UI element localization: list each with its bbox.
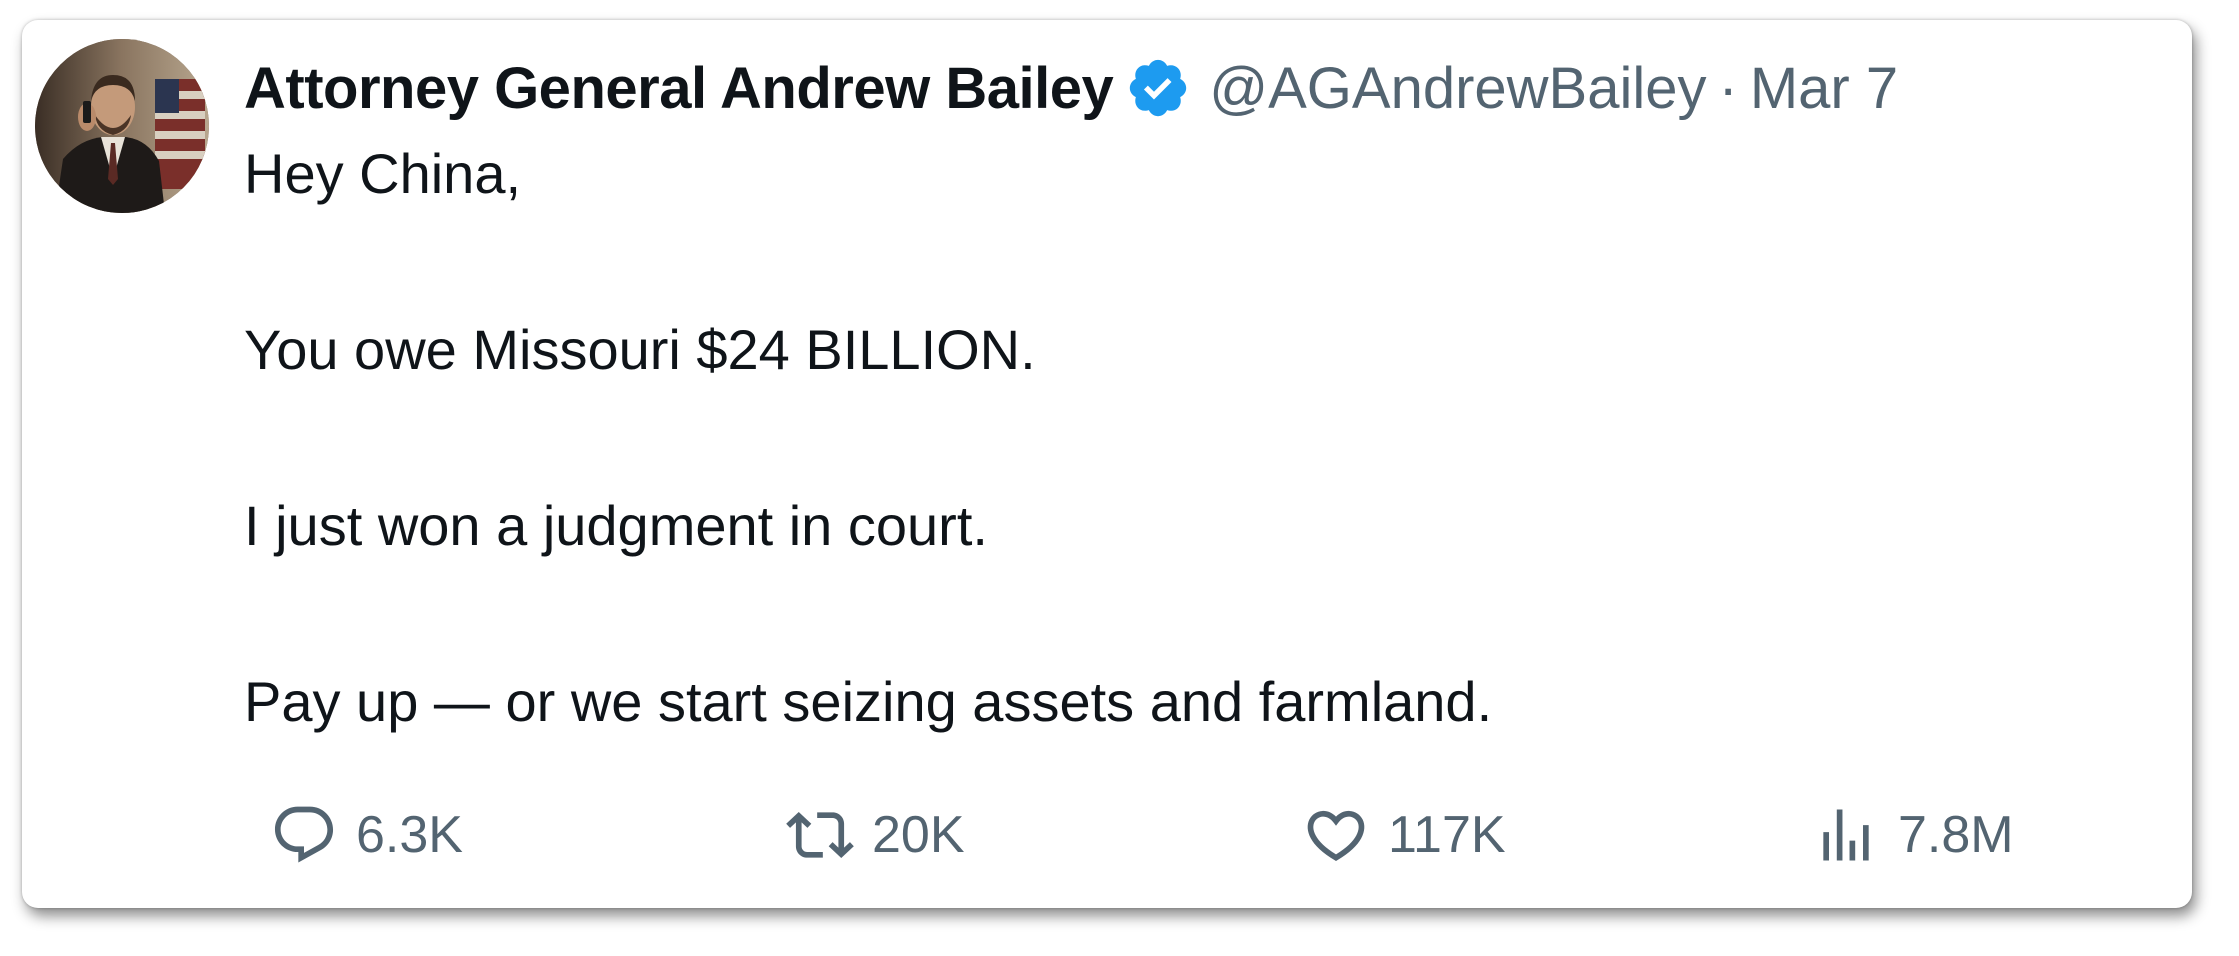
reply-count: 6.3K	[356, 806, 463, 864]
separator-dot: ·	[1718, 55, 1738, 121]
tweet-actions: 6.3K 20K 117K 7.8M	[244, 795, 2144, 875]
views-icon	[1823, 809, 1869, 861]
tweet-line: Hey China,	[244, 142, 522, 205]
views-count: 7.8M	[1898, 806, 2014, 864]
display-name[interactable]: Attorney General Andrew Bailey	[244, 55, 1114, 122]
tweet-card[interactable]: Attorney General Andrew Bailey @AGAndrew…	[22, 20, 2192, 908]
like-count: 117K	[1388, 806, 1506, 864]
heart-icon	[1307, 810, 1365, 861]
tweet-line: You owe Missouri $24 BILLION.	[244, 318, 1036, 381]
reply-icon	[274, 806, 334, 863]
tweet-content: Attorney General Andrew Bailey @AGAndrew…	[244, 46, 2152, 746]
tweet-line: I just won a judgment in court.	[244, 494, 988, 557]
tweet-text: Hey China, You owe Missouri $24 BILLION.…	[244, 130, 2152, 746]
tweet-line: Pay up — or we start seizing assets and …	[244, 670, 1493, 733]
tweet-header: Attorney General Andrew Bailey @AGAndrew…	[244, 46, 2152, 130]
avatar[interactable]	[35, 39, 209, 213]
retweet-icon	[786, 811, 854, 859]
like-button[interactable]: 117K	[1302, 795, 1506, 875]
views-button[interactable]: 7.8M	[1812, 795, 2014, 875]
handle[interactable]: @AGAndrewBailey	[1209, 55, 1706, 122]
retweet-count: 20K	[872, 806, 965, 864]
tweet-date[interactable]: Mar 7	[1750, 55, 1898, 122]
verified-badge-icon[interactable]	[1125, 55, 1191, 121]
retweet-button[interactable]: 20K	[786, 795, 965, 875]
profile-photo-icon	[35, 39, 209, 213]
reply-button[interactable]: 6.3K	[270, 795, 463, 875]
